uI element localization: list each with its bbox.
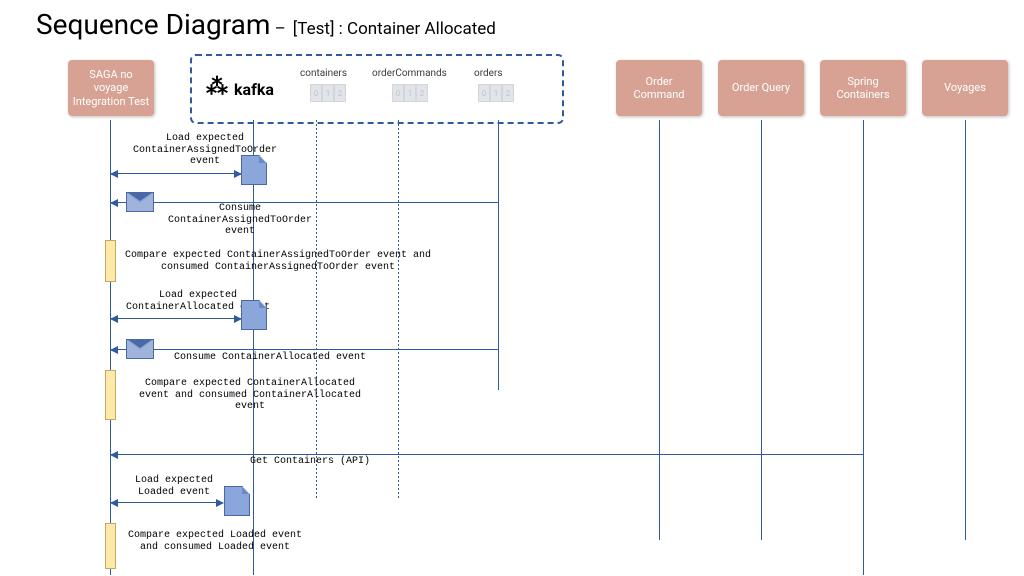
envelope-icon-container-allocated — [126, 339, 154, 359]
activation-compare-3 — [105, 523, 116, 569]
msg-compare-container-assigned: Compare expected ContainerAssignedToOrde… — [118, 250, 438, 273]
participant-integration-test: SAGA no voyage Integration Test — [68, 60, 154, 116]
kafka-brand: kafka — [234, 80, 274, 99]
participant-order-command: Order Command — [616, 60, 702, 116]
participant-label: SAGA no voyage Integration Test — [72, 68, 150, 108]
topic-partition: 2 — [416, 84, 428, 102]
lifeline-kafka-containers — [316, 120, 317, 500]
topic-partitions-orders: 012 — [478, 84, 514, 102]
topic-partition: 0 — [310, 84, 322, 102]
participant-label: Voyages — [944, 81, 986, 94]
topic-partition: 0 — [478, 84, 490, 102]
topic-partition: 2 — [502, 84, 514, 102]
arrow-load-container-assigned — [111, 173, 241, 174]
page-title: Sequence Diagram – [Test] : Container Al… — [36, 8, 496, 41]
doc-icon-container-allocated-expected — [241, 300, 267, 330]
kafka-logo: ⁂ kafka — [206, 78, 274, 100]
msg-compare-container-allocated: Compare expected ContainerAllocated even… — [130, 378, 370, 413]
activation-compare-1 — [105, 240, 116, 282]
doc-icon-container-assigned-expected — [241, 155, 267, 185]
msg-load-loaded: Load expected Loaded event — [114, 475, 234, 498]
envelope-icon-container-assigned — [126, 192, 154, 212]
topic-partitions-order-commands: 012 — [392, 84, 428, 102]
topic-partition: 1 — [490, 84, 502, 102]
kafka-broker-box: ⁂ kafka containers 012 orderCommands 012… — [190, 54, 564, 124]
participant-voyages: Voyages — [922, 60, 1008, 116]
topic-partition: 1 — [322, 84, 334, 102]
topic-partition: 2 — [334, 84, 346, 102]
arrow-get-containers-api — [111, 454, 863, 455]
activation-compare-2 — [105, 370, 116, 420]
arrow-load-loaded — [111, 502, 223, 503]
participant-label: Order Query — [732, 81, 790, 94]
lifeline-voyages — [965, 120, 966, 540]
doc-icon-loaded-expected — [224, 486, 250, 516]
topic-partitions-containers: 012 — [310, 84, 346, 102]
msg-consume-container-assigned: Consume ContainerAssignedToOrder event — [160, 203, 320, 238]
lifeline-kafka-order-commands — [398, 120, 399, 500]
topic-partition: 1 — [404, 84, 416, 102]
participant-spring-containers: Spring Containers — [820, 60, 906, 116]
msg-compare-loaded: Compare expected Loaded event and consum… — [120, 530, 310, 553]
participant-order-query: Order Query — [718, 60, 804, 116]
topic-partition: 0 — [392, 84, 404, 102]
participant-label: Spring Containers — [824, 75, 902, 101]
kafka-icon: ⁂ — [206, 77, 228, 99]
diagram-stage: Sequence Diagram – [Test] : Container Al… — [0, 0, 1024, 576]
title-main: Sequence Diagram — [36, 8, 270, 41]
topic-label-containers: containers — [300, 68, 347, 79]
arrow-load-container-allocated — [111, 318, 241, 319]
lifeline-order-command — [659, 120, 660, 540]
topic-label-order-commands: orderCommands — [372, 68, 447, 79]
participant-label: Order Command — [620, 75, 698, 101]
lifeline-spring-containers — [863, 120, 864, 575]
lifeline-kafka-left — [253, 120, 254, 575]
topic-label-orders: orders — [474, 68, 503, 79]
msg-get-containers-api: Get Containers (API) — [210, 456, 410, 468]
lifeline-order-query — [761, 120, 762, 540]
arrow-consume-container-allocated — [111, 349, 498, 350]
title-sep: – — [270, 19, 285, 39]
lifeline-kafka-orders — [498, 120, 499, 390]
msg-consume-container-allocated: Consume ContainerAllocated event — [160, 352, 380, 364]
title-sub: [Test] : Container Allocated — [293, 19, 496, 39]
